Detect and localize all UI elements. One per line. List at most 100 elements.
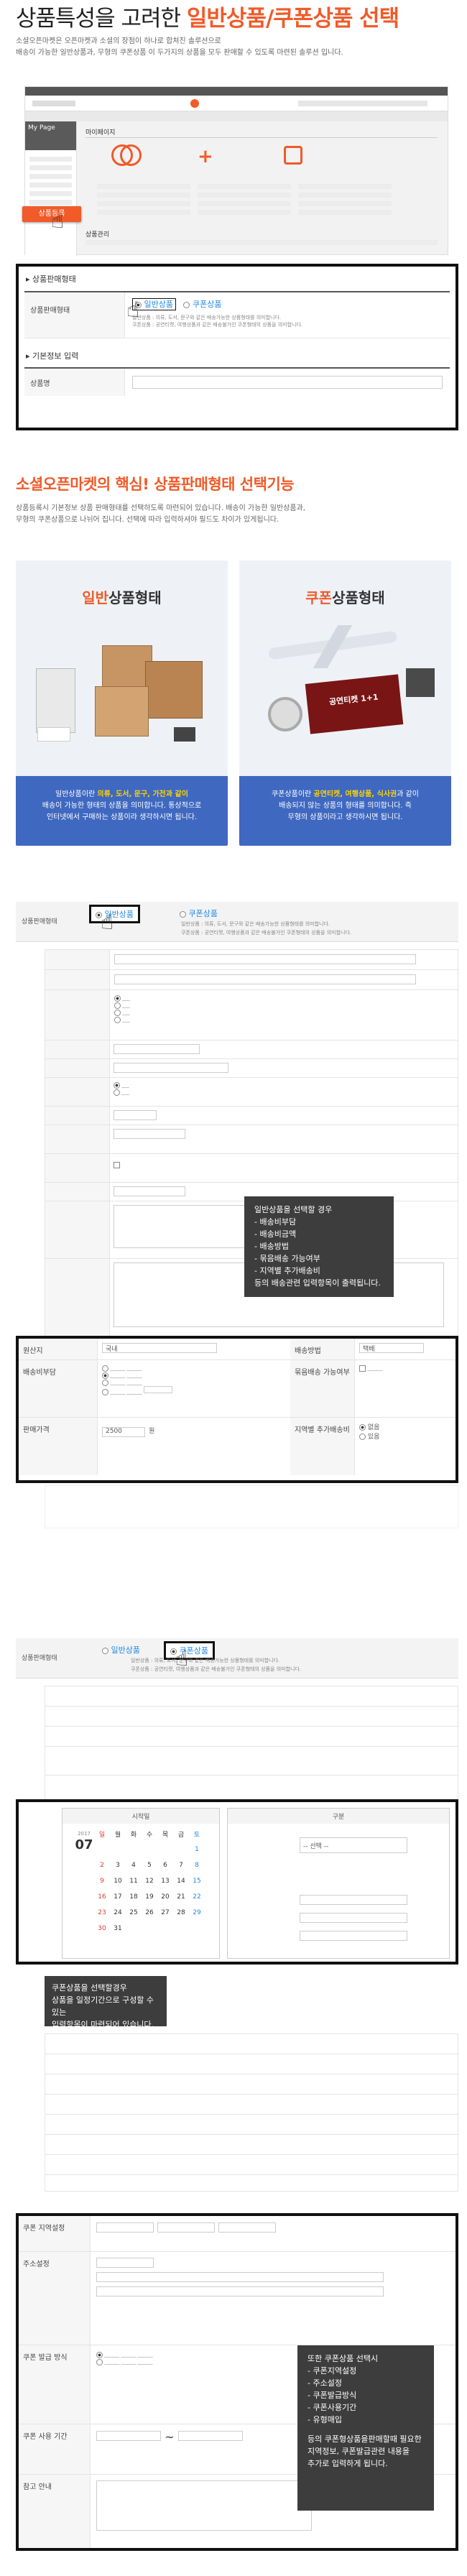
calendar-day[interactable]: 24 [110,1905,126,1921]
address-input[interactable] [96,2272,384,2282]
calendar-day[interactable] [126,1842,142,1857]
calendar-day[interactable]: 13 [157,1873,173,1889]
calendar-day[interactable] [110,1842,126,1857]
general-row-label: 상품판매형태 [22,918,57,925]
general-desc-line-2: 배송이 가능한 형태의 상품을 의미합니다. 통상적으로 [42,802,202,810]
calendar-day[interactable]: 8 [189,1857,205,1873]
general-option-highlight[interactable]: 일반상품 [89,905,140,923]
calendar-day[interactable]: 2 [94,1857,110,1873]
calendar-day[interactable]: 31 [110,1921,126,1936]
coupon-desc: 쿠폰상품 : 공연티켓, 여행상품과 같은 배송불가인 쿠폰형태의 상품을 의미… [181,930,352,936]
calendar-day[interactable]: 19 [142,1889,157,1905]
section2-text: 상품등록시 기본정보 상품 판매형태를 선택하도록 마련되어 있습니다. 배송이… [16,503,454,526]
calendar-day[interactable]: 4 [126,1857,142,1873]
region-select[interactable] [96,2222,154,2233]
general-popup-item: - 배송방법 [254,1242,289,1251]
calendar-day[interactable]: 20 [157,1889,173,1905]
coupon-type-row: 상품판매형태 일반상품 쿠폰상품 일반상품 : 의류, 도서, 문구와 같은 배… [16,1638,458,1679]
coupon-desc-line-3: 무형의 상품이라고 생각하시면 됩니다. [287,813,403,821]
coupon-radio[interactable] [183,301,190,308]
box-illustration [95,686,149,737]
section2-heading: 소셜오픈마켓의 핵심! 상품판매형태 선택기능 [16,476,295,493]
bundle-checkbox[interactable] [359,1365,366,1372]
region-label: 지역별 추가배송비 [290,1418,355,1475]
usage-start-input[interactable] [96,2431,161,2441]
calendar-day[interactable]: 28 [173,1905,189,1921]
period-input[interactable] [300,1913,407,1923]
calendar-day[interactable]: 27 [157,1905,173,1921]
stats-col-2 [198,180,291,218]
calendar-day[interactable]: 29 [189,1905,205,1921]
general-popup-item: - 지역별 추가배송비 [254,1266,320,1275]
page-title-highlight: 일반상품/쿠폰상품 선택 [186,6,399,32]
shipping-cost-input[interactable]: 2500 [102,1427,145,1437]
calendar-day[interactable] [173,1842,189,1857]
popup2-item: - 유형매입 [308,2415,342,2424]
calendar-day[interactable] [157,1842,173,1857]
general-radio[interactable] [102,1647,108,1654]
mypage-screenshot: My Page 마이페이지 + 상품관리 상품등록 ☝ [22,86,448,256]
region-select[interactable] [157,2222,216,2233]
calendar-day[interactable]: 23 [94,1905,110,1921]
region-yes-radio[interactable] [359,1434,366,1440]
product-name-input[interactable] [132,376,443,389]
calendar-day[interactable]: 6 [157,1857,173,1873]
coupon-option[interactable]: 쿠폰상품 [180,908,218,919]
calendar-day[interactable]: 30 [94,1921,110,1936]
pointer-hand-icon: ☝ [126,297,140,323]
zipcode-input[interactable] [96,2258,154,2268]
region-select[interactable] [218,2222,277,2233]
calendar-day[interactable]: 14 [173,1873,189,1889]
shipping-label: 배송비부담 [19,1360,98,1417]
period-input[interactable] [300,1931,407,1941]
product-illustration [37,727,70,742]
calendar-day[interactable] [94,1842,110,1857]
calendar-day[interactable]: 25 [126,1905,142,1921]
calendar-day[interactable]: 15 [189,1873,205,1889]
origin-select[interactable]: 국내 [102,1343,217,1353]
calendar-day[interactable]: 26 [142,1905,157,1921]
calendar-day[interactable] [142,1842,157,1857]
calendar-widget[interactable]: 시작일 2017 07 일월화수목금토 1 2345678 9 10 11 12 13 1… [62,1808,220,1959]
calendar-day[interactable]: 17 [110,1889,126,1905]
general-option-label: 일반상품 [111,1645,140,1655]
shipping-price-row: 판매가격 2500 원 지역별 추가배송비 없음 있음 [19,1418,456,1475]
calendar-day[interactable]: 22 [189,1889,205,1905]
weekday: 일 [98,1831,106,1839]
note-textarea[interactable] [96,2480,312,2531]
general-desc: 일반상품 : 의류, 도서, 문구와 같은 배송가능한 상품형태를 의미합니다. [132,315,282,320]
menu-bar [25,111,448,121]
general-popup-item: - 묶음배송 가능여부 [254,1254,320,1263]
address-detail-input[interactable] [96,2286,384,2296]
shipping-method-select[interactable]: 택배 [359,1343,424,1353]
general-option[interactable]: 일반상품 [102,1644,140,1656]
calendar-day[interactable]: 10 [110,1873,126,1889]
coupon-radio[interactable] [180,910,186,918]
region-none-radio[interactable] [359,1424,366,1431]
product-name-row: 상품명 [24,367,450,396]
calendar-day[interactable]: 1 [189,1842,205,1857]
product-type-section-header: ▸ 상품판매형태 [26,274,76,284]
pointer-hand-icon: ☝ [51,208,65,234]
usage-end-input[interactable] [177,2431,243,2441]
calendar-day[interactable]: 16 [94,1889,110,1905]
calendar-day[interactable]: 12 [142,1873,157,1889]
calendar-day[interactable]: 18 [126,1889,142,1905]
popup1-line: 쿠폰상품을 선택할경우 [52,1983,127,1993]
mypage-section-title: 마이페이지 [85,129,116,137]
period-input[interactable] [300,1895,407,1905]
period-select[interactable]: -- 선택 -- [300,1837,407,1853]
calendar-day[interactable]: 3 [110,1857,126,1873]
coupon-card-title: 쿠폰상품형태 [239,586,451,607]
calendar-day[interactable]: 9 [94,1873,110,1889]
calendar-day[interactable]: 11 [126,1873,142,1889]
calendar-day[interactable]: 7 [173,1857,189,1873]
coupon-period-frame: 시작일 2017 07 일월화수목금토 1 2345678 9 10 11 12 13 1… [16,1799,458,1965]
general-popup-title: 일반상품을 선택할 경우 [254,1205,333,1214]
product-type-options: 일반상품 쿠폰상품 일반상품 : 의류, 도서, 문구와 같은 배송가능한 상품… [125,292,450,338]
weekday: 월 [114,1831,121,1839]
popup2-footer: 지역정보, 쿠폰발급관련 내용을 [308,2447,410,2456]
calendar-day[interactable]: 5 [142,1857,157,1873]
general-popup-footer: 등의 배송관련 입력항목이 출력됩니다. [254,1278,381,1288]
calendar-day[interactable]: 21 [173,1889,189,1905]
